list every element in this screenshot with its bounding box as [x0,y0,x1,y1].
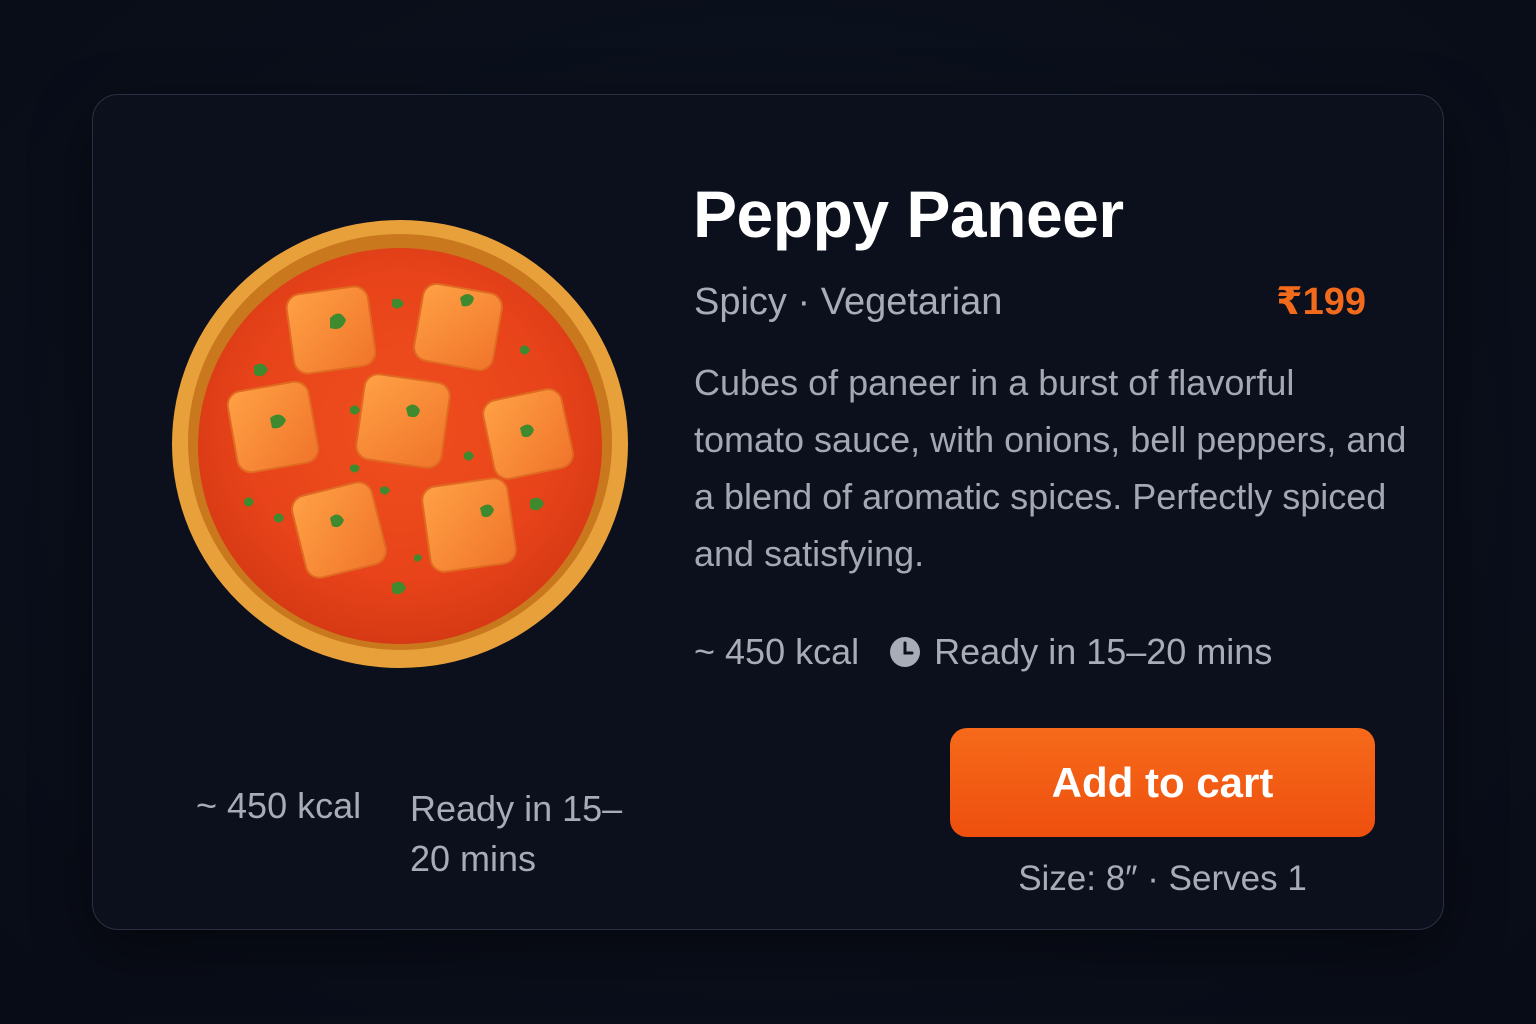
size-serves-info: Size: 8″ · Serves 1 [1018,859,1307,898]
summary-ready-time: Ready in 15–20 mins [410,788,623,879]
product-tags: Spicy · Vegetarian [694,281,1003,323]
product-title: Peppy Paneer [693,177,1124,251]
product-price: ₹199 [1276,281,1366,323]
clock-icon [889,636,921,668]
product-meta: ~ 450 kcal Ready in 15–20 mins [694,628,1272,676]
calories-label: ~ 450 kcal [694,631,860,672]
ready-time-label: Ready in 15–20 mins [934,631,1273,672]
product-description: Cubes of paneer in a burst of flavorful … [694,362,1407,574]
summary-calories: ~ 450 kcal [196,785,362,826]
dish-image [170,218,630,670]
add-to-cart-button[interactable]: Add to cart [950,728,1375,837]
